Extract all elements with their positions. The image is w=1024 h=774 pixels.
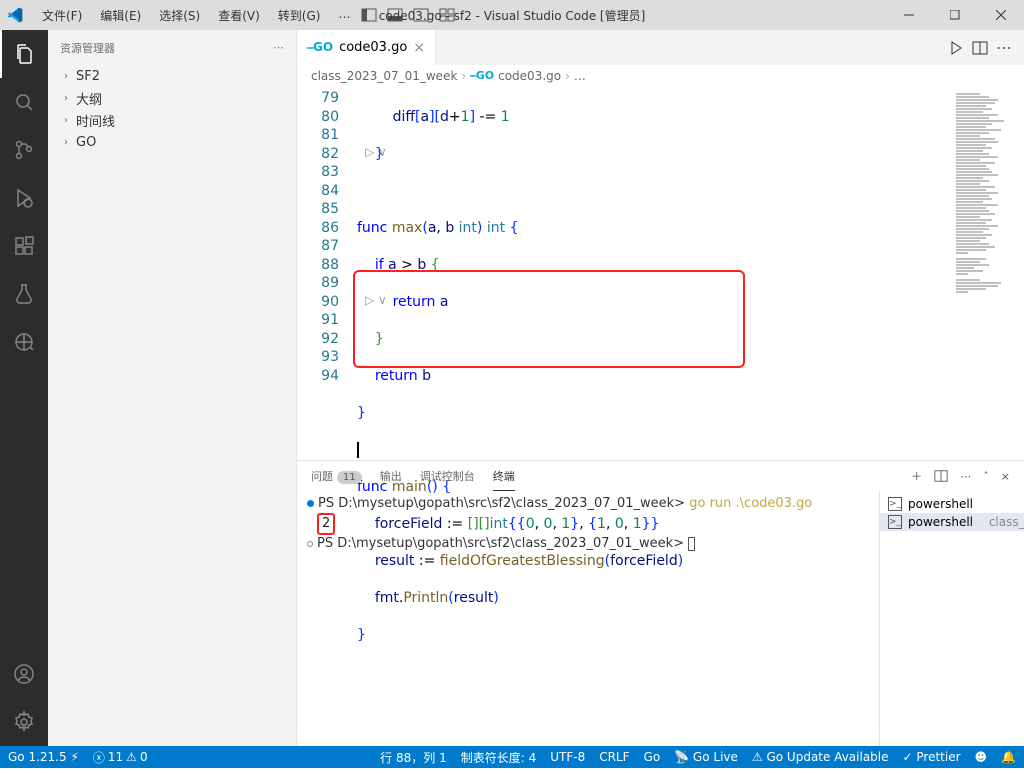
- panel-tab-problems[interactable]: 问题11: [311, 468, 362, 484]
- editor-body[interactable]: 79808182838485868788899091929394 diff[a]…: [297, 87, 1024, 460]
- settings-gear-icon[interactable]: [0, 698, 48, 746]
- status-feedback-icon[interactable]: ☻: [975, 750, 988, 764]
- accounts-icon[interactable]: [0, 650, 48, 698]
- go-file-icon: ⎯GO: [307, 40, 333, 55]
- breadcrumb[interactable]: class_2023_07_01_week› ⎯GO code03.go› …: [297, 65, 1024, 87]
- menu-select[interactable]: 选择(S): [151, 3, 208, 28]
- chevron-right-icon: ›: [60, 71, 72, 82]
- sidebar-ellipsis-icon[interactable]: ⋯: [273, 41, 284, 54]
- explorer-icon[interactable]: [0, 30, 48, 78]
- sidebar-header: 资源管理器 ⋯: [48, 30, 296, 65]
- tab-code03[interactable]: ⎯GO code03.go ×: [297, 30, 436, 65]
- sidebar: 资源管理器 ⋯ ›SF2 ›大纲 ›时间线 ›GO: [48, 30, 297, 746]
- chevron-right-icon: ›: [60, 93, 72, 104]
- run-icon[interactable]: [948, 40, 964, 56]
- remote-explorer-icon[interactable]: [0, 318, 48, 366]
- panel-close-icon[interactable]: ×: [1001, 470, 1010, 483]
- tab-close-icon[interactable]: ×: [413, 40, 425, 56]
- go-file-icon: ⎯GO: [470, 69, 494, 83]
- terminal[interactable]: PS D:\mysetup\gopath\src\sf2\class_2023_…: [297, 491, 879, 746]
- code-area[interactable]: diff[a][d+1] -= 1 } func max(a, b int) i…: [357, 87, 928, 460]
- tree-item-sf2[interactable]: ›SF2: [48, 65, 296, 87]
- search-icon[interactable]: [0, 78, 48, 126]
- chevron-right-icon: ›: [60, 137, 72, 148]
- status-go-version[interactable]: Go 1.21.5 ⚡: [8, 750, 79, 764]
- titlebar: 文件(F) 编辑(E) 选择(S) 查看(V) 转到(G) … code03.g…: [0, 0, 1024, 30]
- tab-label: code03.go: [339, 40, 407, 55]
- menubar: 文件(F) 编辑(E) 选择(S) 查看(V) 转到(G) …: [34, 3, 358, 28]
- chevron-right-icon: ›: [60, 115, 72, 126]
- editor-more-icon[interactable]: ⋯: [996, 38, 1012, 57]
- editor-column: ⎯GO code03.go × ⋯ class_2023_07_01_week›…: [297, 30, 1024, 746]
- line-gutter: 79808182838485868788899091929394: [297, 87, 357, 460]
- testing-icon[interactable]: [0, 270, 48, 318]
- panel-tab-debug[interactable]: 调试控制台: [420, 468, 475, 484]
- editor-tabs: ⎯GO code03.go × ⋯: [297, 30, 1024, 65]
- status-bell-icon[interactable]: 🔔: [1001, 750, 1016, 764]
- panel-tab-terminal[interactable]: 终端: [493, 468, 515, 484]
- run-debug-icon[interactable]: [0, 174, 48, 222]
- extensions-icon[interactable]: [0, 222, 48, 270]
- maximize-button[interactable]: [932, 0, 978, 30]
- tree-item-timeline[interactable]: ›时间线: [48, 109, 296, 131]
- panel-tab-output[interactable]: 输出: [380, 468, 402, 484]
- window-title: code03.go - sf2 - Visual Studio Code [管理…: [379, 7, 646, 24]
- explorer-tree: ›SF2 ›大纲 ›时间线 ›GO: [48, 65, 296, 153]
- panel-maximize-icon[interactable]: ˆ: [983, 470, 989, 483]
- code-lens-icon[interactable]: ▷ ∨: [365, 143, 387, 162]
- close-button[interactable]: [978, 0, 1024, 30]
- highlight-box: [353, 270, 745, 368]
- minimize-button[interactable]: [886, 0, 932, 30]
- source-control-icon[interactable]: [0, 126, 48, 174]
- split-editor-icon[interactable]: [972, 40, 988, 56]
- activity-bar: [0, 30, 48, 746]
- code-lens-icon[interactable]: ▷ ∨: [365, 291, 387, 310]
- menu-goto[interactable]: 转到(G): [270, 3, 329, 28]
- main: 资源管理器 ⋯ ›SF2 ›大纲 ›时间线 ›GO ⎯GO code03.go …: [0, 30, 1024, 746]
- menu-view[interactable]: 查看(V): [210, 3, 268, 28]
- tree-item-outline[interactable]: ›大纲: [48, 87, 296, 109]
- menu-more[interactable]: …: [330, 3, 358, 28]
- tree-item-go[interactable]: ›GO: [48, 131, 296, 153]
- vscode-icon: [0, 7, 30, 23]
- menu-edit[interactable]: 编辑(E): [92, 3, 149, 28]
- menu-file[interactable]: 文件(F): [34, 3, 90, 28]
- layout-panel-left-icon[interactable]: [358, 4, 380, 26]
- panel-ellipsis-icon[interactable]: ⋯: [960, 470, 971, 483]
- highlight-box: 2: [317, 513, 335, 535]
- status-problems[interactable]: ⓧ 11 ⚠ 0: [93, 749, 148, 766]
- split-terminal-icon[interactable]: [934, 469, 948, 483]
- minimap[interactable]: [928, 87, 1024, 460]
